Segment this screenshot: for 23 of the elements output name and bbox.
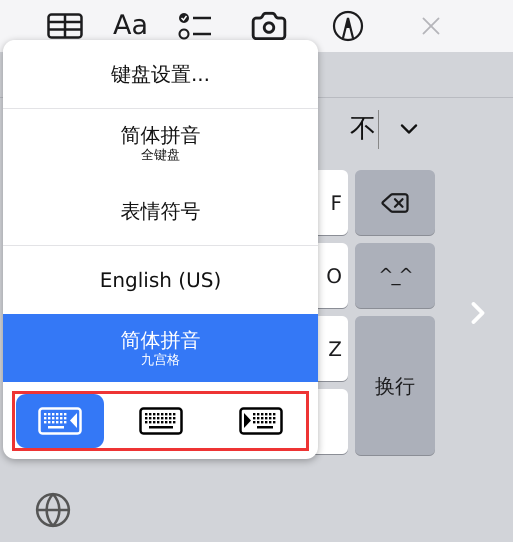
menu-item-label: English (US) xyxy=(100,267,222,293)
menu-item[interactable]: 表情符号 xyxy=(3,177,318,245)
menu-item[interactable]: English (US) xyxy=(3,246,318,314)
keyboard-icon xyxy=(38,407,82,435)
menu-item-sublabel: 九宫格 xyxy=(141,353,180,369)
checklist-icon[interactable] xyxy=(178,11,212,41)
menu-item-label: 键盘设置... xyxy=(110,61,210,87)
menu-item[interactable]: 简体拼音 全键盘 xyxy=(3,109,318,177)
pen-icon[interactable] xyxy=(332,10,364,42)
return-key[interactable]: 换行 xyxy=(355,316,435,455)
menu-item[interactable]: 键盘设置... xyxy=(3,40,318,108)
delete-key[interactable] xyxy=(355,170,435,235)
candidate-text[interactable]: 不 xyxy=(350,110,379,148)
emoticon-key[interactable]: ^_^ xyxy=(355,243,435,308)
menu-item[interactable]: 简体拼音 九宫格 xyxy=(3,314,318,382)
table-icon[interactable] xyxy=(47,13,83,39)
menu-item-label: 简体拼音 xyxy=(120,327,200,353)
keyboard-icon xyxy=(239,407,283,435)
keyboard-icon xyxy=(138,407,182,435)
menu-item-sublabel: 全键盘 xyxy=(141,148,180,164)
menu-item-label: 表情符号 xyxy=(120,198,200,224)
globe-icon[interactable] xyxy=(34,491,72,529)
menu-item-label: 简体拼音 xyxy=(120,122,200,148)
